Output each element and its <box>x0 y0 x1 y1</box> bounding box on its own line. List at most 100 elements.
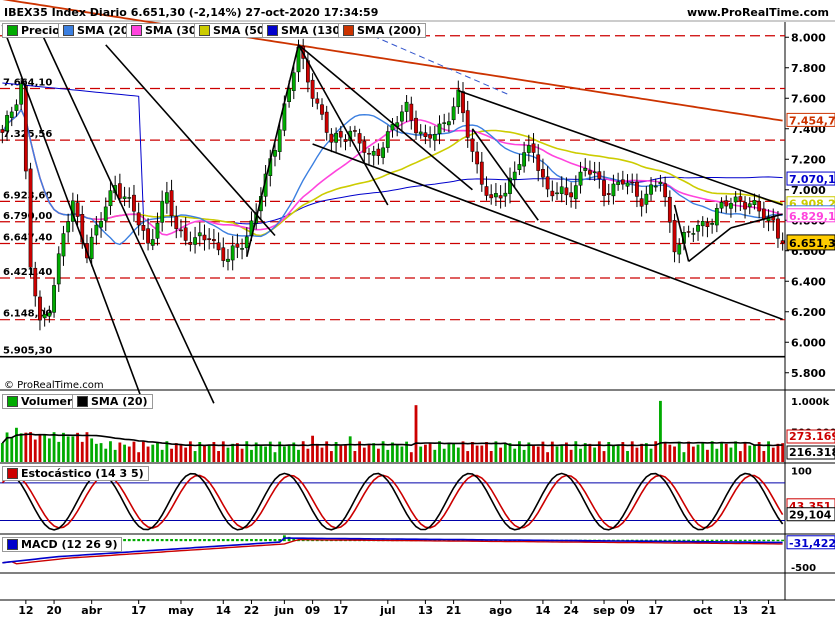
price-legend-item[interactable]: SMA (130) <box>262 23 351 38</box>
price-candle <box>202 234 207 241</box>
price-candle <box>188 242 193 245</box>
price-legend-item[interactable]: SMA (200) <box>338 23 427 38</box>
time-tick-label: 21 <box>761 604 776 617</box>
price-candle <box>94 224 99 236</box>
price-candle <box>611 183 616 197</box>
price-candle <box>127 197 132 199</box>
volume-bar <box>696 444 700 462</box>
level-label: 6.790,00 <box>3 211 52 222</box>
price-candle <box>696 224 700 232</box>
chart-canvas[interactable]: 5.8006.0006.2006.4006.6006.8007.0007.200… <box>0 0 835 620</box>
macd-histogram-bar <box>231 539 235 542</box>
stoch-legend-item[interactable]: Estocástico (14 3 5) <box>2 466 149 481</box>
price-tick-label: 6.000 <box>791 336 826 349</box>
macd-histogram-bar <box>137 539 141 542</box>
price-candle <box>155 222 160 239</box>
price-candle <box>38 296 42 321</box>
volume-legend-item[interactable]: Volumen <box>2 394 80 409</box>
price-legend-item[interactable]: Precio <box>2 23 65 38</box>
price-candle <box>625 182 630 187</box>
price-candle <box>437 123 442 134</box>
volume-bar <box>414 405 418 462</box>
volume-bar <box>677 441 681 462</box>
price-candle <box>498 195 503 199</box>
price-candle <box>122 196 127 199</box>
volume-bar <box>353 451 357 462</box>
time-tick-label: 09 <box>620 604 635 617</box>
price-candle <box>691 233 696 235</box>
volume-bar <box>273 452 277 462</box>
volume-bar <box>503 443 507 462</box>
volume-bar <box>231 443 235 462</box>
price-candle <box>404 101 409 112</box>
macd-histogram-bar <box>240 539 244 542</box>
volume-bar <box>306 448 310 462</box>
price-candle <box>5 115 9 132</box>
price-candle <box>136 212 141 226</box>
macd-histogram-bar <box>264 539 267 542</box>
sma-value-label: 7.454,79 <box>789 114 835 127</box>
volume-bar <box>170 448 173 462</box>
volume-bar <box>57 441 61 462</box>
macd-legend-item[interactable]: MACD (12 26 9) <box>2 537 123 552</box>
time-tick-label: 13 <box>418 604 433 617</box>
volume-bar <box>15 427 18 462</box>
volume-bar <box>376 448 380 462</box>
volume-sma-legend-item[interactable]: SMA (20) <box>72 394 153 409</box>
volume-bar <box>588 443 592 462</box>
volume-bar <box>311 435 314 462</box>
volume-bar <box>461 441 465 462</box>
price-candle <box>174 216 179 229</box>
price-candle <box>658 181 663 185</box>
volume-bar <box>99 443 103 462</box>
volume-bar <box>508 443 512 462</box>
volume-bar <box>776 443 780 462</box>
time-tick-label: 22 <box>244 604 259 617</box>
macd-histogram-bar <box>781 539 785 542</box>
macd-histogram-bar <box>245 539 249 542</box>
price-candle <box>216 242 221 251</box>
volume-bar <box>250 449 253 462</box>
time-tick-label: 17 <box>131 604 146 617</box>
price-candle <box>353 130 357 132</box>
price-candle <box>244 236 249 249</box>
price-candle <box>531 143 536 153</box>
time-tick-label: 14 <box>216 604 232 617</box>
volume-bar <box>532 444 535 462</box>
volume-bar <box>494 441 498 462</box>
price-candle <box>743 202 747 210</box>
price-candle <box>385 131 390 148</box>
macd-histogram-bar <box>762 539 766 542</box>
macd-histogram-bar <box>710 539 714 542</box>
volume-bar <box>687 441 691 462</box>
macd-histogram-bar <box>753 539 756 542</box>
price-candle <box>536 154 541 171</box>
volume-bar <box>174 443 178 462</box>
volume-bar <box>738 451 742 462</box>
macd-histogram-bar <box>268 539 272 542</box>
macd-histogram-bar <box>132 539 136 542</box>
stoch-value-label: 29,104 <box>789 509 832 522</box>
sma-value-label: 6.829,16 <box>789 210 835 223</box>
volume-bar <box>409 452 413 462</box>
price-candle <box>409 103 414 121</box>
price-candle <box>776 218 780 239</box>
volume-bar <box>315 443 319 462</box>
volume-bar <box>442 448 446 462</box>
volume-bar <box>753 445 756 462</box>
legend-label: SMA (130) <box>281 24 346 37</box>
volume-bar <box>160 449 164 462</box>
macd-histogram-bar <box>141 539 145 542</box>
volume-bar <box>127 446 131 462</box>
stoch-tick-label: 100 <box>791 466 812 477</box>
trend-line <box>458 89 783 206</box>
price-candle <box>630 181 635 184</box>
volume-bar <box>668 444 672 462</box>
volume-bar <box>320 447 324 462</box>
stoch-swatch <box>7 468 18 479</box>
volume-bar <box>118 442 122 462</box>
volume-bar <box>24 432 28 462</box>
volume-swatch <box>7 396 18 407</box>
price-candle <box>747 203 752 208</box>
time-tick-label: 14 <box>535 604 551 617</box>
